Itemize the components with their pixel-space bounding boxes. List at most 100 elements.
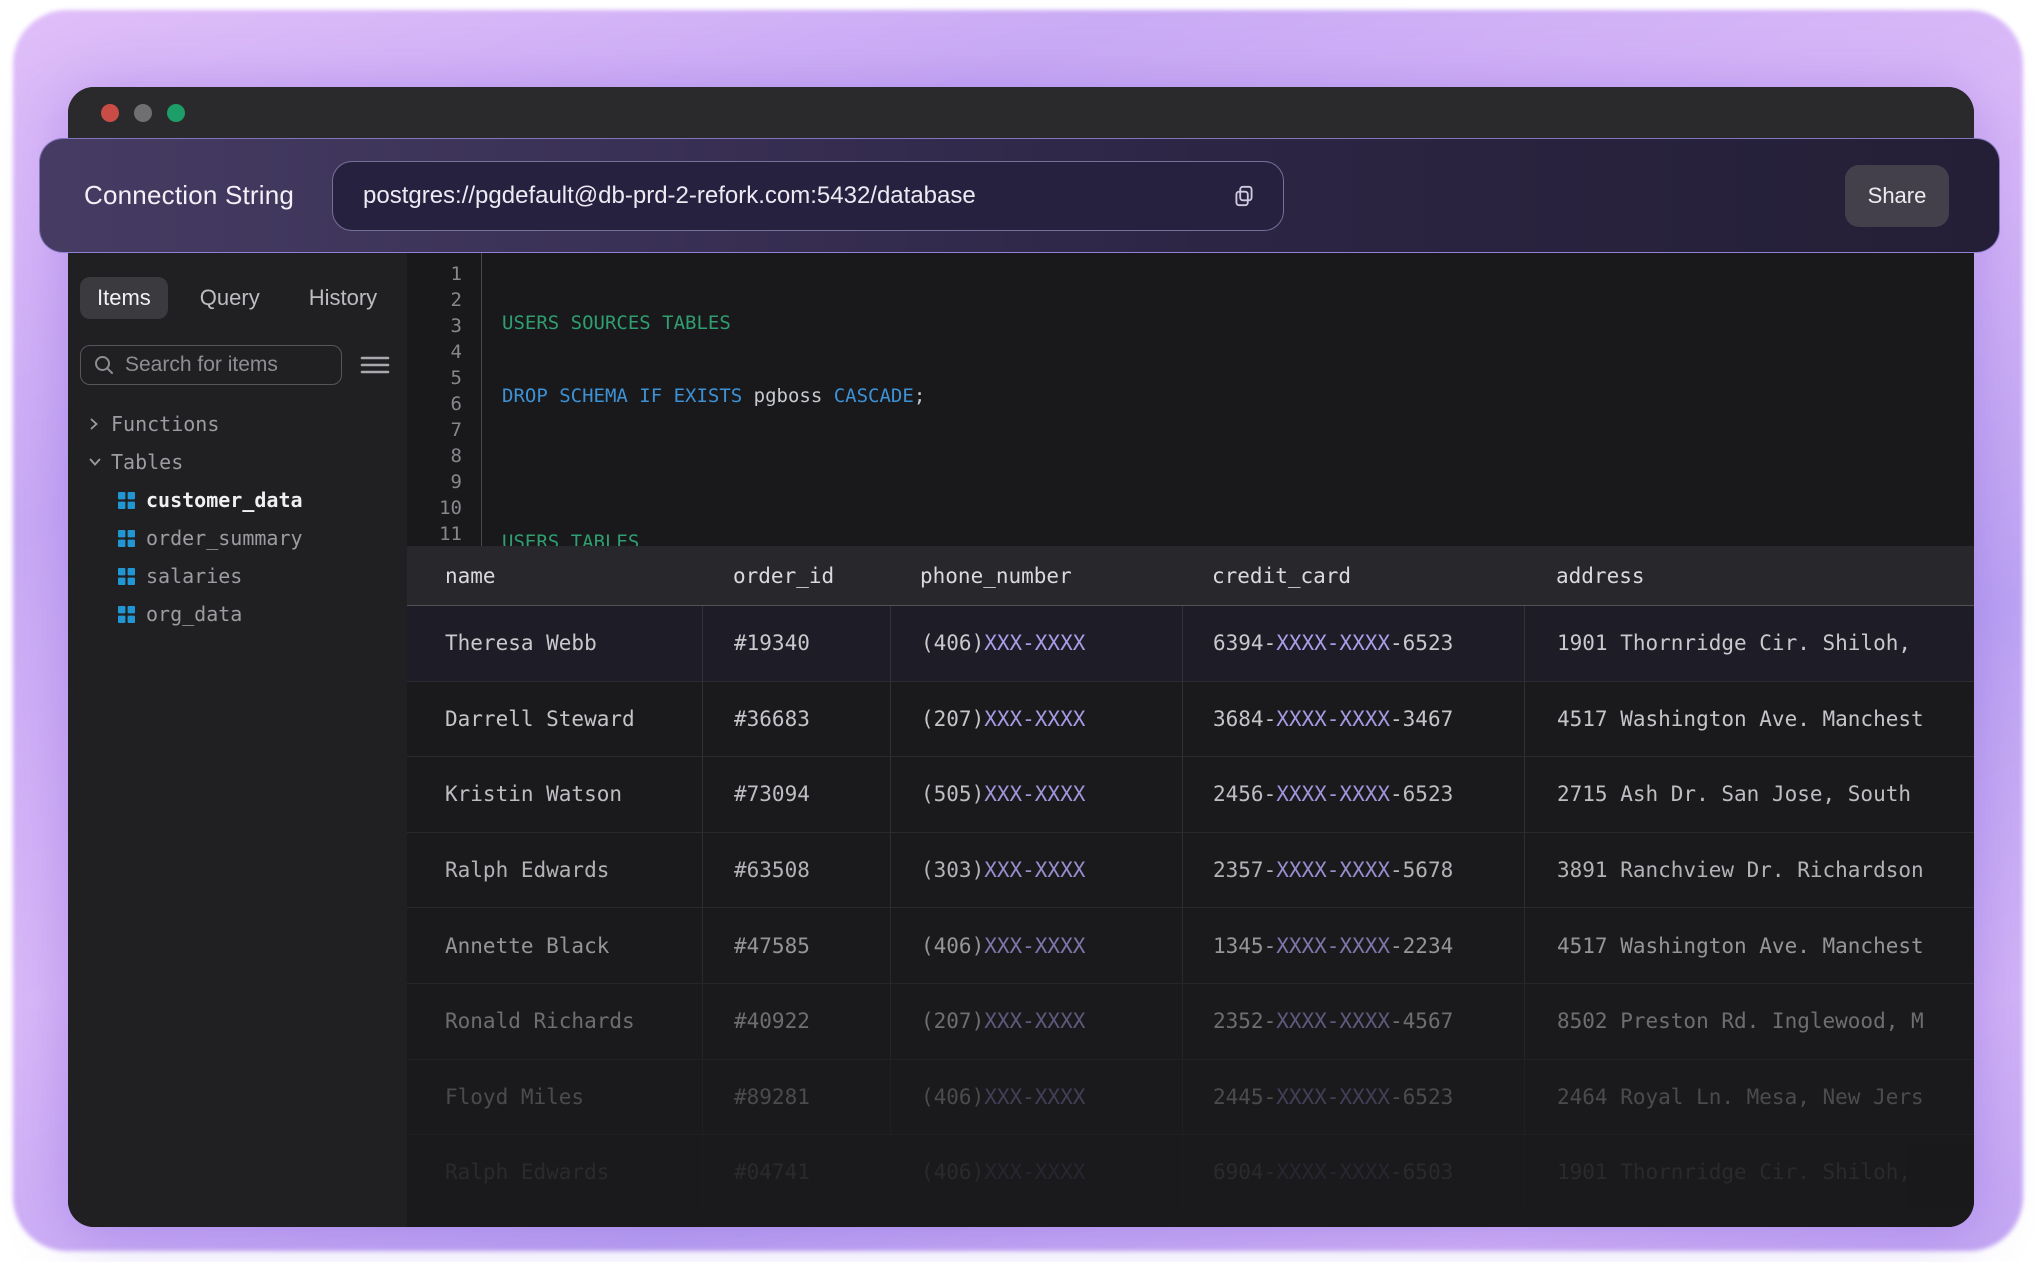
table-row[interactable]: Kristin Watson #73094 (505) XXX-XXXX 245… bbox=[407, 757, 1974, 833]
sidebar: Items Query History bbox=[68, 253, 407, 1227]
cell-name: Ralph Edwards bbox=[407, 833, 702, 908]
column-header-address[interactable]: address bbox=[1556, 546, 1645, 605]
tab-items[interactable]: Items bbox=[80, 277, 168, 319]
cell-address: 3891 Ranchview Dr. Richardson bbox=[1524, 833, 1974, 908]
minimize-window-button[interactable] bbox=[134, 104, 152, 122]
table-row[interactable]: Annette Black #47585 (406) XXX-XXXX 1345… bbox=[407, 908, 1974, 984]
titlebar bbox=[68, 87, 1974, 138]
table-grid-icon bbox=[118, 530, 135, 547]
cell-address: 1901 Thornridge Cir. Shiloh, bbox=[1524, 1135, 1974, 1210]
cell-name: Ronald Richards bbox=[407, 984, 702, 1059]
chevron-down-icon bbox=[88, 456, 102, 468]
cell-order-id: #73094 bbox=[702, 757, 890, 832]
cell-credit-card: 3684-XXXX-XXXX-3467 bbox=[1182, 682, 1524, 757]
copy-icon[interactable] bbox=[1229, 181, 1259, 211]
cell-order-id: #47585 bbox=[702, 908, 890, 983]
cell-order-id: #19340 bbox=[702, 606, 890, 681]
sidebar-tabs: Items Query History bbox=[80, 277, 394, 319]
cell-name: Kristin Watson bbox=[407, 757, 702, 832]
table-row[interactable]: Theresa Webb #19340 (406) XXX-XXXX 6394-… bbox=[407, 606, 1974, 682]
cell-phone: (207) XXX-XXXX bbox=[890, 984, 1182, 1059]
table-header: name order_id phone_number credit_card a… bbox=[407, 546, 1974, 606]
app-window: Items Query History bbox=[68, 87, 1974, 1227]
tree-item-label: order_summary bbox=[146, 526, 303, 550]
tree-item-order-summary[interactable]: order_summary bbox=[68, 519, 407, 557]
cell-order-id: #63508 bbox=[702, 833, 890, 908]
sql-editor[interactable]: 12 34 56 78 910 11 USERS SOURCES TABLES … bbox=[407, 253, 1974, 546]
cell-order-id: #04741 bbox=[702, 1135, 890, 1210]
connection-string-input[interactable] bbox=[363, 182, 1229, 210]
connection-string-label: Connection String bbox=[84, 139, 294, 252]
tree-item-label: salaries bbox=[146, 564, 242, 588]
cell-credit-card: 6904-XXXX-XXXX-6503 bbox=[1182, 1135, 1524, 1210]
tree-item-tables[interactable]: Tables bbox=[68, 443, 407, 481]
cell-phone: (406) XXX-XXXX bbox=[890, 1135, 1182, 1210]
tree-item-org-data[interactable]: org_data bbox=[68, 595, 407, 633]
items-tree: Functions Tables customer_ bbox=[68, 405, 407, 633]
table-row[interactable]: Floyd Miles #89281 (406) XXX-XXXX 2445-X… bbox=[407, 1060, 1974, 1136]
connection-bar: Connection String Share bbox=[39, 138, 2000, 253]
cell-phone: (207) XXX-XXXX bbox=[890, 682, 1182, 757]
search-input[interactable] bbox=[125, 353, 329, 377]
cell-credit-card: 2445-XXXX-XXXX-6523 bbox=[1182, 1060, 1524, 1135]
zoom-window-button[interactable] bbox=[167, 104, 185, 122]
cell-address: 4517 Washington Ave. Manchest bbox=[1524, 682, 1974, 757]
cell-phone: (505) XXX-XXXX bbox=[890, 757, 1182, 832]
tree-item-functions[interactable]: Functions bbox=[68, 405, 407, 443]
table-grid-icon bbox=[118, 606, 135, 623]
results-table: name order_id phone_number credit_card a… bbox=[407, 546, 1974, 1227]
close-window-button[interactable] bbox=[101, 104, 119, 122]
table-row[interactable]: Ralph Edwards #63508 (303) XXX-XXXX 2357… bbox=[407, 833, 1974, 909]
cell-phone: (303) XXX-XXXX bbox=[890, 833, 1182, 908]
cell-phone: (406) XXX-XXXX bbox=[890, 606, 1182, 681]
tree-item-salaries[interactable]: salaries bbox=[68, 557, 407, 595]
cell-address: 2464 Royal Ln. Mesa, New Jers bbox=[1524, 1060, 1974, 1135]
cell-name: Ralph Edwards bbox=[407, 1135, 702, 1210]
table-row[interactable]: Ronald Richards #40922 (207) XXX-XXXX 23… bbox=[407, 984, 1974, 1060]
line-number-gutter: 12 34 56 78 910 11 bbox=[407, 253, 482, 546]
table-row[interactable]: Ralph Edwards #04741 (406) XXX-XXXX 6904… bbox=[407, 1135, 1974, 1211]
cell-order-id: #40922 bbox=[702, 984, 890, 1059]
cell-credit-card: 1345-XXXX-XXXX-2234 bbox=[1182, 908, 1524, 983]
search-row bbox=[80, 345, 395, 385]
column-header-order-id[interactable]: order_id bbox=[733, 546, 834, 605]
search-box[interactable] bbox=[80, 345, 342, 385]
tab-history[interactable]: History bbox=[292, 277, 394, 319]
column-header-name[interactable]: name bbox=[445, 546, 496, 605]
tree-item-label: Tables bbox=[111, 450, 183, 474]
tree-item-label: org_data bbox=[146, 602, 242, 626]
column-header-phone-number[interactable]: phone_number bbox=[920, 546, 1072, 605]
main-area: Items Query History bbox=[68, 253, 1974, 1227]
cell-credit-card: 2352-XXXX-XXXX-4567 bbox=[1182, 984, 1524, 1059]
cell-name: Floyd Miles bbox=[407, 1060, 702, 1135]
cell-address: 2715 Ash Dr. San Jose, South bbox=[1524, 757, 1974, 832]
cell-name: Darrell Steward bbox=[407, 682, 702, 757]
cell-name: Annette Black bbox=[407, 908, 702, 983]
table-row[interactable]: Darrell Steward #36683 (207) XXX-XXXX 36… bbox=[407, 682, 1974, 758]
menu-icon[interactable] bbox=[360, 353, 390, 377]
screenshot-canvas: Items Query History bbox=[0, 0, 2035, 1262]
connection-string-field[interactable] bbox=[332, 161, 1284, 231]
code-line: USERS SOURCES TABLES bbox=[502, 311, 1974, 335]
code-line bbox=[502, 457, 1974, 481]
tree-item-label: Functions bbox=[111, 412, 219, 436]
cell-order-id: #89281 bbox=[702, 1060, 890, 1135]
share-button[interactable]: Share bbox=[1845, 165, 1949, 227]
chevron-right-icon bbox=[88, 417, 102, 431]
table-grid-icon bbox=[118, 568, 135, 585]
code-line: DROP SCHEMA IF EXISTS pgboss CASCADE; bbox=[502, 384, 1974, 408]
cell-credit-card: 6394-XXXX-XXXX-6523 bbox=[1182, 606, 1524, 681]
tree-item-customer-data[interactable]: customer_data bbox=[68, 481, 407, 519]
search-icon bbox=[93, 354, 115, 376]
content-panel: 12 34 56 78 910 11 USERS SOURCES TABLES … bbox=[407, 253, 1974, 1227]
table-grid-icon bbox=[118, 492, 135, 509]
column-header-credit-card[interactable]: credit_card bbox=[1212, 546, 1351, 605]
sql-code: USERS SOURCES TABLES DROP SCHEMA IF EXIS… bbox=[502, 253, 1974, 546]
tree-item-label: customer_data bbox=[146, 488, 303, 512]
cell-credit-card: 2357-XXXX-XXXX-5678 bbox=[1182, 833, 1524, 908]
cell-address: 4517 Washington Ave. Manchest bbox=[1524, 908, 1974, 983]
cell-order-id: #36683 bbox=[702, 682, 890, 757]
cell-name: Theresa Webb bbox=[407, 606, 702, 681]
tab-query[interactable]: Query bbox=[183, 277, 277, 319]
cell-phone: (406) XXX-XXXX bbox=[890, 1060, 1182, 1135]
